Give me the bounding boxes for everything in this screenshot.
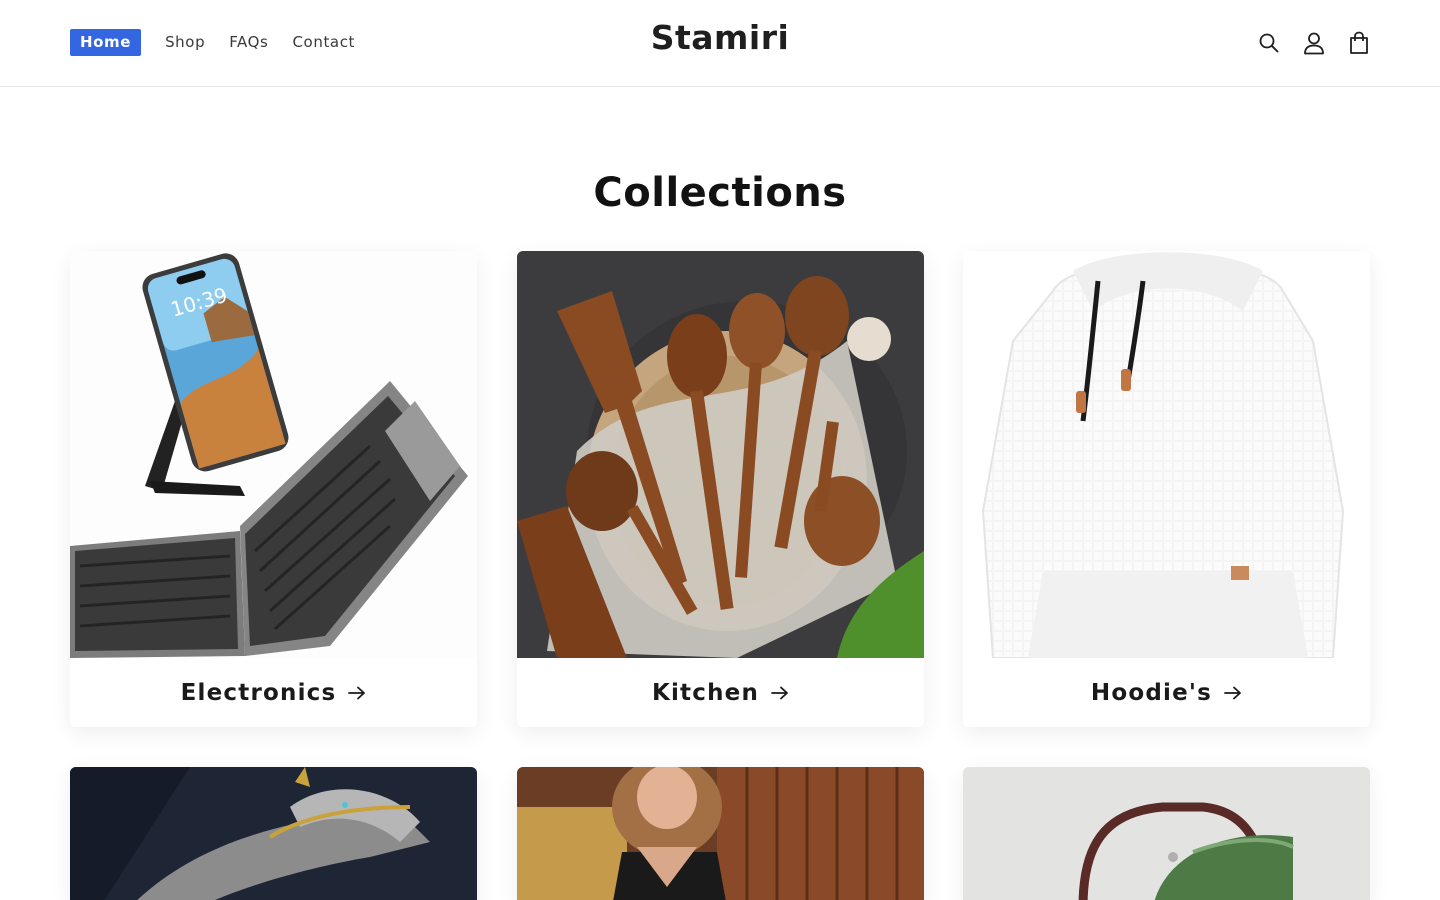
collection-caption-electronics[interactable]: Electronics [70,658,477,727]
collection-label[interactable]: Hoodie's [1091,680,1212,706]
collection-image-hoodies[interactable] [963,251,1370,658]
cart-icon[interactable] [1348,29,1370,57]
collection-label[interactable]: Kitchen [652,680,759,706]
site-header: Home Shop FAQs Contact Stamiri [0,0,1440,87]
collection-card-bags[interactable] [963,767,1370,900]
collection-card-jewelry[interactable] [70,767,477,900]
collection-card-electronics[interactable]: 10:39 Electronics [70,251,477,727]
collection-caption-kitchen[interactable]: Kitchen [517,658,924,727]
collection-label[interactable]: Electronics [181,680,337,706]
site-logo[interactable]: Stamiri [0,18,1440,57]
arrow-right-icon [348,686,366,700]
collection-caption-hoodies[interactable]: Hoodie's [963,658,1370,727]
page-title: Collections [593,170,847,216]
collection-image-electronics[interactable]: 10:39 [70,251,477,658]
collection-image-kitchen[interactable] [517,251,924,658]
collection-image-bags[interactable] [963,767,1370,900]
collection-image-jewelry[interactable] [70,767,477,900]
account-icon[interactable] [1303,29,1325,57]
arrow-right-icon [1224,686,1242,700]
arrow-right-icon [771,686,789,700]
header-icons [1235,29,1370,57]
collection-card-hoodies[interactable]: Hoodie's [963,251,1370,727]
collection-card-sleepwear[interactable] [517,767,924,900]
collection-image-sleepwear[interactable] [517,767,924,900]
search-icon[interactable] [1258,29,1280,57]
collection-card-kitchen[interactable]: Kitchen [517,251,924,727]
